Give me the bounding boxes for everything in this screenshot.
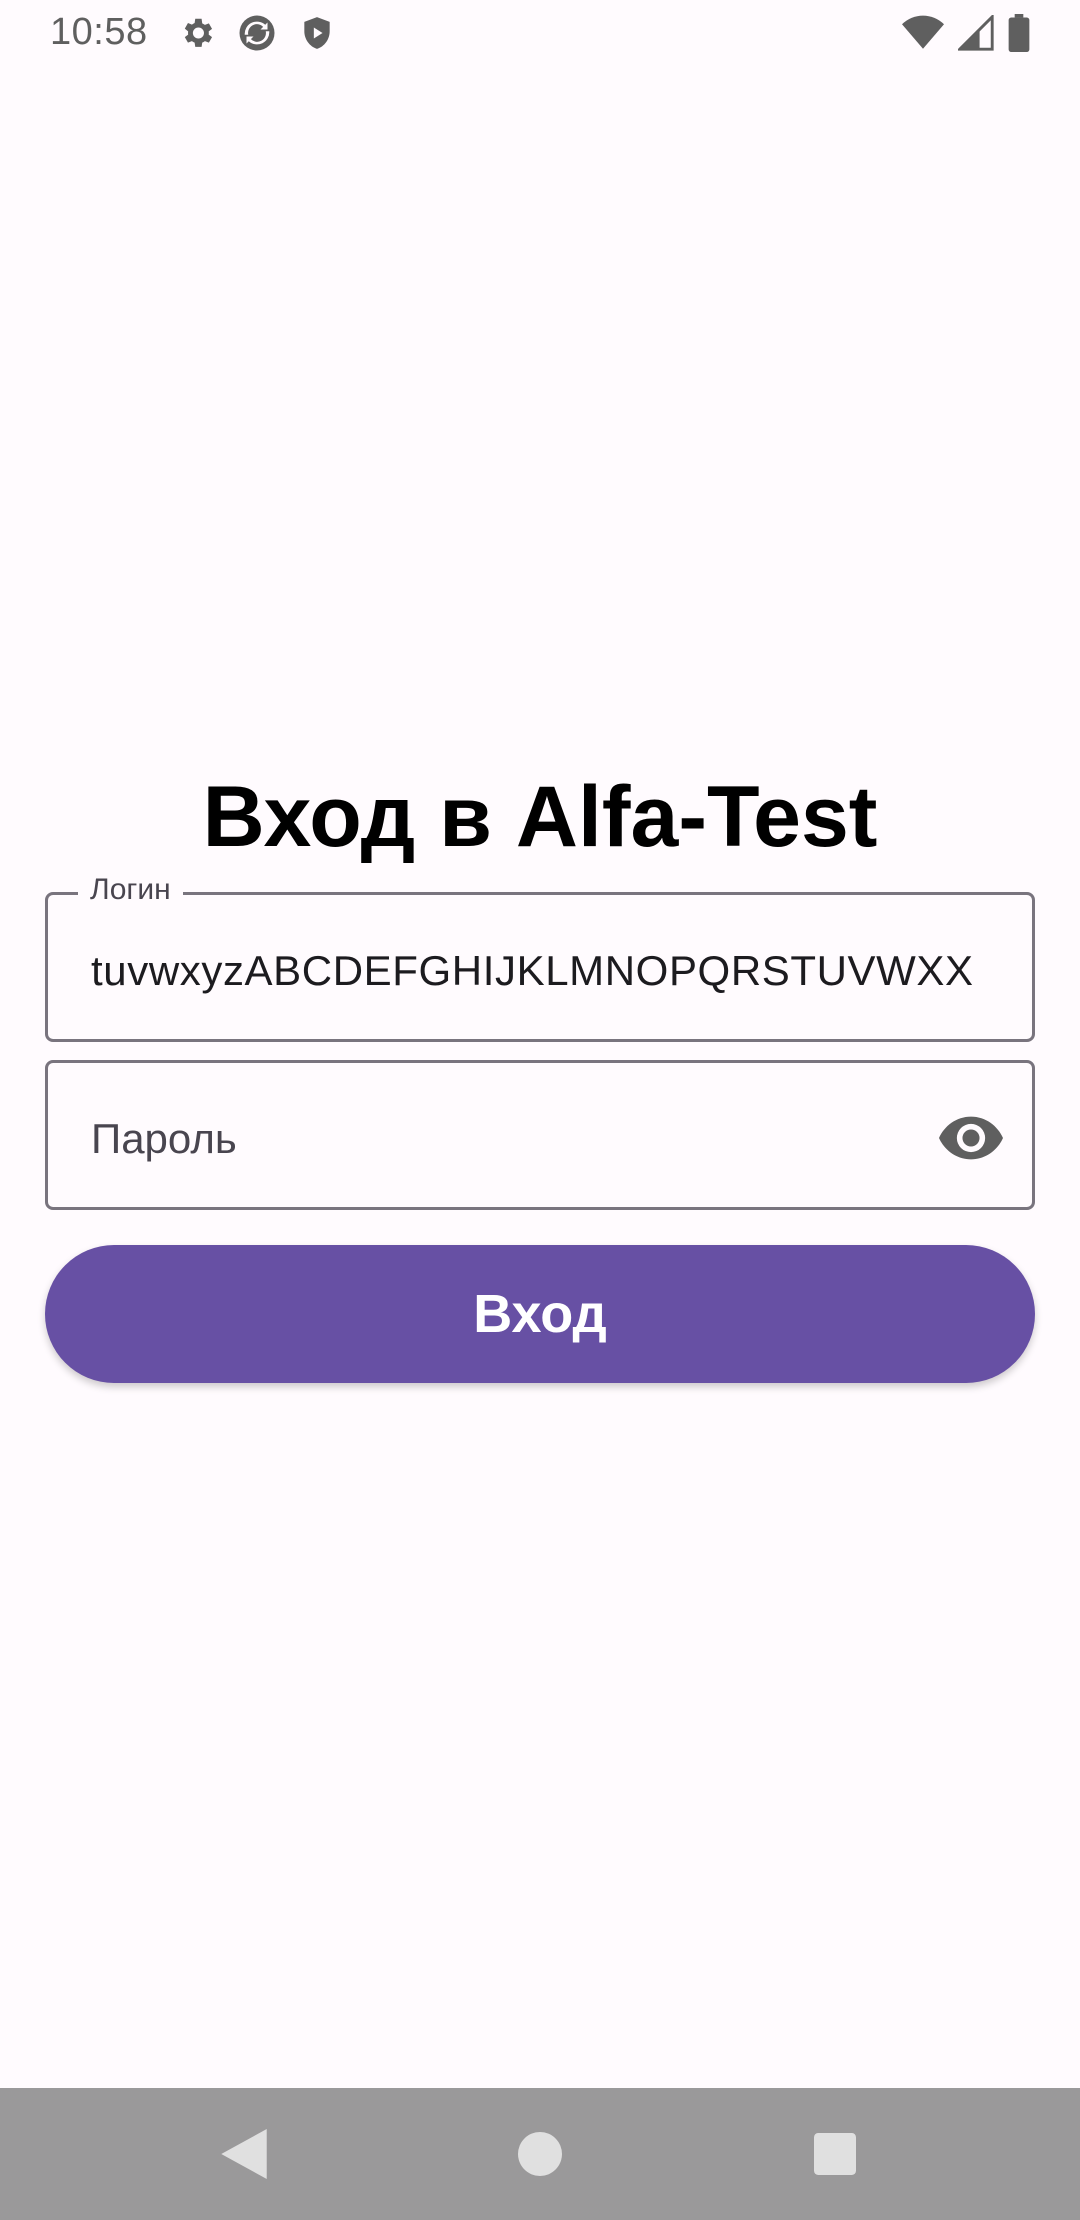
login-field[interactable]: Логин tuvwxyzABCDEFGHIJKLMNOPQRSTUVWXX (45, 873, 1035, 1042)
status-right-icons (902, 13, 1030, 57)
page-title: Вход в Alfa-Test (202, 769, 878, 865)
password-field[interactable]: Пароль (45, 1060, 1035, 1210)
sync-icon (236, 12, 278, 54)
status-bar: 10:58 (0, 0, 1080, 66)
shield-play-icon (296, 12, 338, 54)
login-button[interactable]: Вход (45, 1245, 1035, 1383)
home-icon[interactable] (504, 2118, 576, 2190)
login-field-value[interactable]: tuvwxyzABCDEFGHIJKLMNOPQRSTUVWXX (91, 947, 974, 995)
login-field-label: Логин (78, 873, 183, 907)
gear-icon (176, 12, 218, 54)
status-time: 10:58 (50, 11, 148, 53)
status-left-icons (176, 12, 338, 54)
navigation-bar (0, 2088, 1080, 2220)
battery-icon (1008, 14, 1030, 57)
password-field-placeholder: Пароль (91, 1115, 237, 1162)
recents-icon[interactable] (799, 2118, 871, 2190)
back-icon[interactable] (208, 2118, 280, 2190)
wifi-icon (902, 15, 944, 56)
cell-signal-icon (956, 13, 994, 56)
eye-icon[interactable] (938, 1105, 1004, 1171)
